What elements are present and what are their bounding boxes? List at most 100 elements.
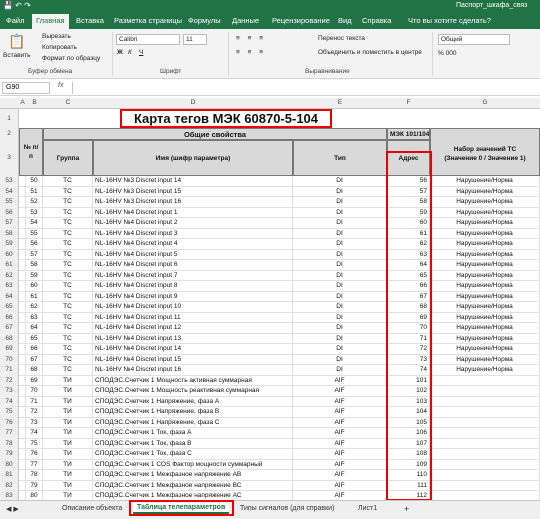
cell-group[interactable]: ТС	[43, 344, 93, 355]
cell-value-set[interactable]: Нарушение/Норма	[430, 186, 540, 197]
cell-empty[interactable]	[19, 302, 26, 313]
cell-value-set[interactable]: Нарушение/Норма	[430, 197, 540, 208]
cell-address[interactable]: 74	[387, 365, 430, 376]
row-header[interactable]: 66	[0, 312, 19, 323]
cell-address[interactable]: 71	[387, 333, 430, 344]
cell-group[interactable]: ТИ	[43, 386, 93, 397]
cell-type[interactable]: DI	[293, 197, 387, 208]
cell-type[interactable]: AIF	[293, 375, 387, 386]
tab-nav-icons[interactable]: ◀ ▶	[6, 505, 19, 513]
row-header[interactable]: 56	[0, 207, 19, 218]
cell-value-set[interactable]	[430, 407, 540, 418]
cell-value-set[interactable]	[430, 449, 540, 460]
cell-type[interactable]: DI	[293, 218, 387, 229]
cell-type[interactable]: AIF	[293, 407, 387, 418]
cell-address[interactable]: 103	[387, 396, 430, 407]
header-common[interactable]: Общие свойства	[43, 128, 387, 140]
cell-num[interactable]: 78	[26, 470, 43, 481]
cell-value-set[interactable]	[430, 459, 540, 470]
cell-empty[interactable]	[19, 249, 26, 260]
cell-address[interactable]: 73	[387, 354, 430, 365]
cell-name[interactable]: NL-16HV №3 Discret input 14	[93, 176, 293, 187]
cell-empty[interactable]	[19, 312, 26, 323]
cell-num[interactable]: 66	[26, 344, 43, 355]
cell-value-set[interactable]: Нарушение/Норма	[430, 260, 540, 271]
cell-name[interactable]: СПОДЭС.Счетчик 1 Напряжение, фаза А	[93, 396, 293, 407]
cell-group[interactable]: ТИ	[43, 470, 93, 481]
cell-address[interactable]: 68	[387, 302, 430, 313]
cell-address[interactable]: 60	[387, 218, 430, 229]
cell-type[interactable]: DI	[293, 228, 387, 239]
tab-formulas[interactable]: Формулы	[188, 16, 221, 25]
cell-empty[interactable]	[19, 260, 26, 271]
sheet-tab-signal-types[interactable]: Типы сигналов (для справки)	[240, 505, 334, 512]
cell-group[interactable]: ТИ	[43, 459, 93, 470]
row-header[interactable]: 57	[0, 218, 19, 229]
row-header[interactable]: 2	[0, 128, 19, 140]
cell-name[interactable]: NL-16HV №4 Discret input 2	[93, 218, 293, 229]
cell-address[interactable]: 57	[387, 186, 430, 197]
align-icons[interactable]: ≡ ≡ ≡	[236, 35, 266, 42]
cell-empty[interactable]	[19, 438, 26, 449]
cell-name[interactable]: NL-16HV №4 Discret input 5	[93, 249, 293, 260]
column-header-b[interactable]: B	[26, 99, 43, 106]
cell-empty[interactable]	[19, 459, 26, 470]
cell-empty[interactable]	[19, 480, 26, 491]
cell-type[interactable]: DI	[293, 207, 387, 218]
cell-value-set[interactable]: Нарушение/Норма	[430, 270, 540, 281]
cell-type[interactable]: DI	[293, 365, 387, 376]
cell-address[interactable]: 107	[387, 438, 430, 449]
cell-name[interactable]: NL-16HV №4 Discret input 15	[93, 354, 293, 365]
cell-empty[interactable]	[19, 365, 26, 376]
row-header[interactable]: 77	[0, 428, 19, 439]
cell-value-set[interactable]: Нарушение/Норма	[430, 218, 540, 229]
cell-num[interactable]: 58	[26, 260, 43, 271]
header-address[interactable]: Адрес	[387, 140, 430, 176]
row-header[interactable]: 75	[0, 407, 19, 418]
sheet-tab-object-description[interactable]: Описание объекта	[62, 505, 122, 512]
cell-num[interactable]: 53	[26, 207, 43, 218]
cell-num[interactable]: 75	[26, 438, 43, 449]
cell-empty[interactable]	[19, 218, 26, 229]
tab-view[interactable]: Вид	[338, 16, 352, 25]
cell-name[interactable]: NL-16HV №4 Discret input 16	[93, 365, 293, 376]
cell-type[interactable]: DI	[293, 323, 387, 334]
cell-type[interactable]: DI	[293, 333, 387, 344]
cell-name[interactable]: СПОДЭС.Счетчик 1 Ток, фаза С	[93, 449, 293, 460]
cell-value-set[interactable]	[430, 428, 540, 439]
cell-address[interactable]: 110	[387, 470, 430, 481]
cell-name[interactable]: NL-16HV №4 Discret input 13	[93, 333, 293, 344]
cell-type[interactable]: DI	[293, 249, 387, 260]
row-header[interactable]: 72	[0, 375, 19, 386]
cell-empty[interactable]	[19, 197, 26, 208]
row-header[interactable]: 61	[0, 260, 19, 271]
row-header[interactable]: 60	[0, 249, 19, 260]
cell-value-set[interactable]: Нарушение/Норма	[430, 302, 540, 313]
cell-name[interactable]: NL-16HV №4 Discret input 10	[93, 302, 293, 313]
column-header-d[interactable]: D	[93, 99, 293, 106]
cell-group[interactable]: ТС	[43, 197, 93, 208]
cell-value-set[interactable]: Нарушение/Норма	[430, 365, 540, 376]
bold-button[interactable]: Ж	[117, 49, 123, 56]
row-header[interactable]: 62	[0, 270, 19, 281]
cell-group[interactable]: ТС	[43, 186, 93, 197]
cell-name[interactable]: NL-16HV №3 Discret input 15	[93, 186, 293, 197]
cell-name[interactable]: СПОДЭС.Счетчик 1 COS Фактор мощности сум…	[93, 459, 293, 470]
cell-name[interactable]: NL-16HV №4 Discret input 4	[93, 239, 293, 250]
cell-group[interactable]: ТС	[43, 365, 93, 376]
cell-value-set[interactable]: Нарушение/Норма	[430, 354, 540, 365]
cell-empty[interactable]	[19, 417, 26, 428]
cell-empty[interactable]	[19, 291, 26, 302]
cell-value-set[interactable]	[430, 438, 540, 449]
cell-group[interactable]: ТС	[43, 260, 93, 271]
cell-value-set[interactable]: Нарушение/Норма	[430, 333, 540, 344]
cell-num[interactable]: 56	[26, 239, 43, 250]
tab-page-layout[interactable]: Разметка страницы	[114, 16, 182, 25]
cell-group[interactable]: ТИ	[43, 417, 93, 428]
cell-value-set[interactable]	[430, 470, 540, 481]
cell-name[interactable]: СПОДЭС.Счетчик 1 Межфазное напряжение ВС	[93, 480, 293, 491]
cell-type[interactable]: AIF	[293, 417, 387, 428]
cell-type[interactable]: DI	[293, 302, 387, 313]
cell-group[interactable]: ТИ	[43, 480, 93, 491]
cell-address[interactable]: 70	[387, 323, 430, 334]
